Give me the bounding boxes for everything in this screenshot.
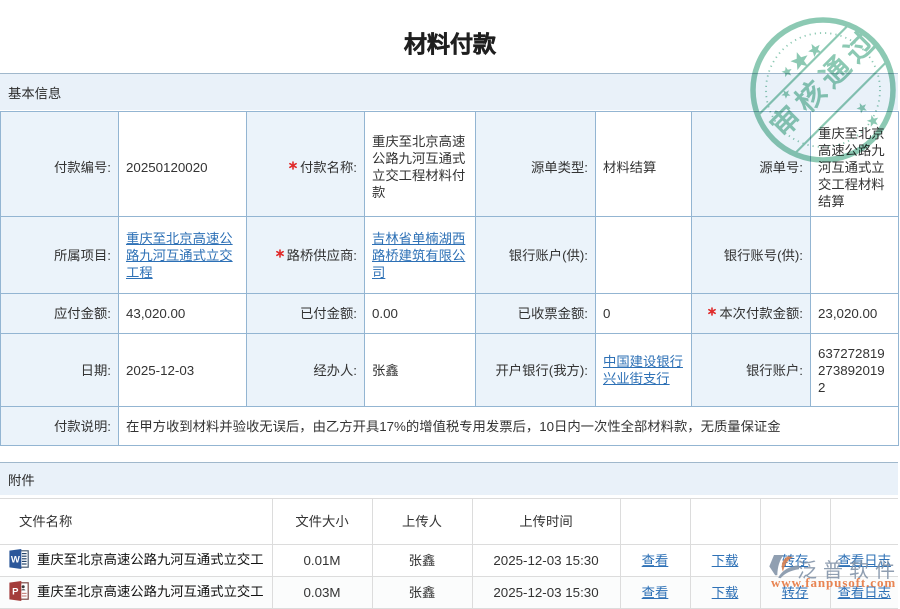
svg-text:审核通过: 审核通过 bbox=[764, 21, 887, 144]
svg-text:W: W bbox=[11, 554, 20, 565]
svg-text:P: P bbox=[12, 586, 19, 597]
